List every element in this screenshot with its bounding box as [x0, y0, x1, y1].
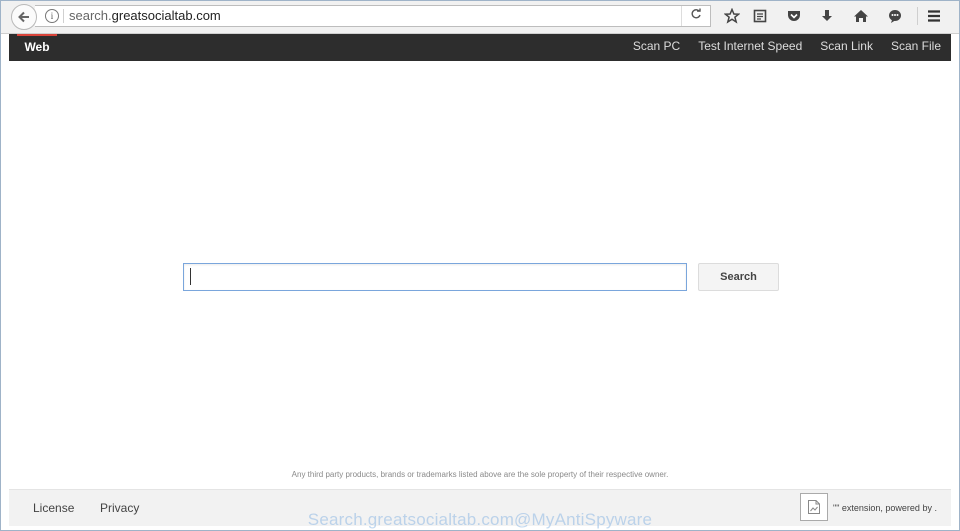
- home-icon[interactable]: [850, 6, 872, 26]
- reload-icon[interactable]: [681, 6, 710, 26]
- back-button[interactable]: [11, 4, 37, 30]
- watermark-text: Search.greatsocialtab.com@MyAntiSpyware: [307, 510, 653, 529]
- header-nav: Scan PC Test Internet Speed Scan Link Sc…: [615, 34, 941, 61]
- menu-icon[interactable]: [923, 6, 945, 26]
- nav-scan-pc[interactable]: Scan PC: [633, 34, 680, 61]
- pocket-icon[interactable]: [783, 6, 805, 26]
- text-caret: [190, 268, 191, 285]
- chat-icon[interactable]: [884, 6, 906, 26]
- nav-test-internet-speed[interactable]: Test Internet Speed: [698, 34, 802, 61]
- url-text[interactable]: search.greatsocialtab.com: [69, 8, 221, 23]
- browser-window: i search.greatsocialtab.com Web Scan PC …: [0, 0, 960, 531]
- info-icon[interactable]: i: [45, 9, 59, 23]
- toolbar-separator: [917, 7, 918, 25]
- download-icon[interactable]: [816, 6, 838, 26]
- address-bar[interactable]: i search.greatsocialtab.com: [35, 5, 711, 27]
- nav-scan-file[interactable]: Scan File: [891, 34, 941, 61]
- search-input[interactable]: [183, 263, 687, 291]
- url-domain: greatsocialtab.com: [111, 8, 221, 23]
- disclaimer-text: Any third party products, brands or trad…: [291, 470, 669, 479]
- nav-scan-link[interactable]: Scan Link: [820, 34, 873, 61]
- search-button[interactable]: Search: [698, 263, 779, 291]
- url-prefix: search.: [69, 8, 112, 23]
- tab-web[interactable]: Web: [17, 34, 57, 61]
- star-icon[interactable]: [721, 6, 743, 26]
- page-header: Web Scan PC Test Internet Speed Scan Lin…: [9, 34, 951, 61]
- arrow-left-icon: [18, 11, 29, 23]
- url-separator: [63, 9, 64, 23]
- browser-toolbar: i search.greatsocialtab.com: [1, 1, 959, 34]
- reading-list-icon[interactable]: [749, 6, 771, 26]
